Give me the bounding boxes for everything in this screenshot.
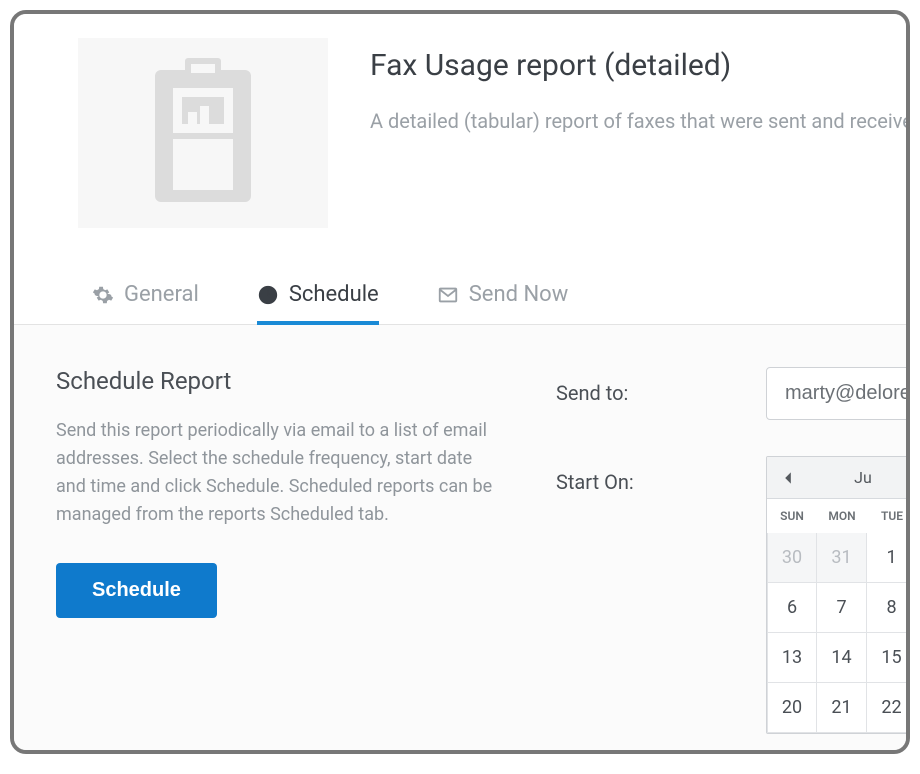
calendar-day[interactable]: 6 xyxy=(767,583,817,633)
tab-general[interactable]: General xyxy=(92,282,199,325)
report-title-block: Fax Usage report (detailed) A detailed (… xyxy=(328,38,910,228)
tab-schedule[interactable]: Schedule xyxy=(257,282,379,325)
report-thumbnail xyxy=(78,38,328,228)
schedule-panel: Schedule Report Send this report periodi… xyxy=(14,325,906,754)
clipboard-icon xyxy=(143,58,263,208)
schedule-description: Send this report periodically via email … xyxy=(56,417,496,529)
calendar-day[interactable]: 15 xyxy=(867,633,910,683)
schedule-button[interactable]: Schedule xyxy=(56,563,217,618)
report-dialog: Fax Usage report (detailed) A detailed (… xyxy=(10,10,910,754)
report-title: Fax Usage report (detailed) xyxy=(370,48,910,83)
clock-icon xyxy=(257,284,279,306)
gear-icon xyxy=(92,284,114,306)
chevron-left-icon xyxy=(781,471,795,485)
schedule-form: Send to: Start On: Ju SUNMONTUE 303116781… xyxy=(526,367,910,754)
report-description: A detailed (tabular) report of faxes tha… xyxy=(370,109,910,133)
tab-send-now[interactable]: Send Now xyxy=(437,282,569,325)
tab-send-now-label: Send Now xyxy=(469,282,569,307)
calendar-dow: TUE xyxy=(867,499,910,533)
calendar-day[interactable]: 8 xyxy=(867,583,910,633)
start-on-label: Start On: xyxy=(556,456,766,494)
report-tabs: General Schedule Send Now xyxy=(14,228,906,325)
calendar-day[interactable]: 22 xyxy=(867,683,910,733)
tab-general-label: General xyxy=(124,282,199,307)
send-to-input[interactable] xyxy=(766,367,910,420)
report-header: Fax Usage report (detailed) A detailed (… xyxy=(14,14,906,228)
calendar-day[interactable]: 7 xyxy=(817,583,867,633)
schedule-info: Schedule Report Send this report periodi… xyxy=(56,367,526,754)
calendar-prev-button[interactable] xyxy=(767,471,809,485)
calendar-grid: SUNMONTUE 30311678 131415 202122 xyxy=(767,499,910,733)
calendar-day[interactable]: 14 xyxy=(817,633,867,683)
calendar-day[interactable]: 31 xyxy=(817,533,867,583)
tab-schedule-label: Schedule xyxy=(289,282,379,307)
calendar-dow: SUN xyxy=(767,499,817,533)
send-to-row: Send to: xyxy=(556,367,910,420)
calendar-day[interactable]: 21 xyxy=(817,683,867,733)
calendar-month-label: Ju xyxy=(809,468,910,487)
calendar-dow: MON xyxy=(817,499,867,533)
send-to-label: Send to: xyxy=(556,367,766,405)
start-on-row: Start On: Ju SUNMONTUE 30311678 131415 2021… xyxy=(556,456,910,734)
calendar-day[interactable]: 1 xyxy=(867,533,910,583)
calendar-day[interactable]: 20 xyxy=(767,683,817,733)
calendar-header: Ju xyxy=(767,457,910,499)
calendar-day[interactable]: 13 xyxy=(767,633,817,683)
envelope-icon xyxy=(437,284,459,306)
schedule-heading: Schedule Report xyxy=(56,367,526,395)
calendar: Ju SUNMONTUE 30311678 131415 202122 xyxy=(766,456,910,734)
calendar-day[interactable]: 30 xyxy=(767,533,817,583)
